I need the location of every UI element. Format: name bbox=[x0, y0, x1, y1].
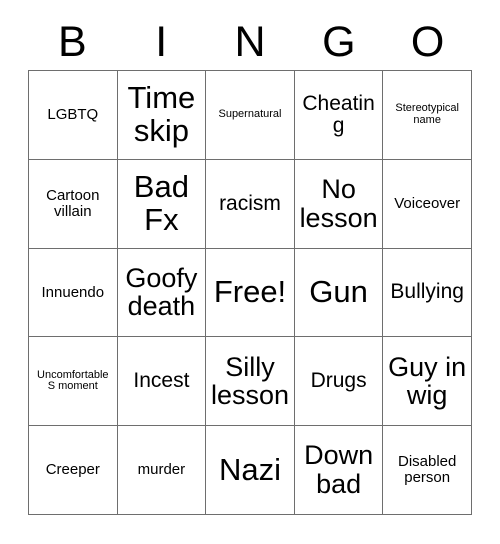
bingo-header-letter-o: O bbox=[410, 18, 445, 66]
bingo-cell-r3c5[interactable]: Bullying bbox=[383, 248, 472, 338]
bingo-card: B I N G O LGBTQ Time skip Supernatural C… bbox=[0, 0, 500, 544]
bingo-cell-r4c2[interactable]: Incest bbox=[117, 337, 207, 427]
bingo-cell-r2c2[interactable]: Bad Fx bbox=[117, 159, 207, 249]
bingo-cell-r1c5[interactable]: Stereotypical name bbox=[383, 71, 472, 160]
bingo-cell-r1c1[interactable]: LGBTQ bbox=[29, 71, 118, 160]
bingo-cell-r2c5[interactable]: Voiceover bbox=[383, 159, 472, 249]
bingo-cell-r5c5[interactable]: Disabled person bbox=[383, 426, 472, 515]
bingo-cell-r1c2[interactable]: Time skip bbox=[117, 71, 207, 160]
bingo-cell-r1c4[interactable]: Cheating bbox=[294, 71, 384, 160]
bingo-cell-r3c1[interactable]: Innuendo bbox=[29, 248, 118, 338]
bingo-cell-r2c4[interactable]: No lesson bbox=[294, 159, 384, 249]
bingo-cell-r5c4[interactable]: Down bad bbox=[294, 426, 384, 515]
bingo-cell-free-space[interactable]: Free! bbox=[206, 248, 295, 338]
bingo-header-row: B I N G O bbox=[28, 14, 472, 70]
bingo-cell-r4c1[interactable]: Uncomfortable S moment bbox=[29, 337, 118, 427]
bingo-cell-r5c1[interactable]: Creeper bbox=[29, 426, 118, 515]
bingo-header-letter-n: N bbox=[234, 18, 266, 66]
bingo-cell-r2c1[interactable]: Cartoon villain bbox=[29, 159, 118, 249]
bingo-cell-r3c2[interactable]: Goofy death bbox=[117, 248, 207, 338]
bingo-cell-r3c4[interactable]: Gun bbox=[294, 248, 384, 338]
bingo-cell-r4c4[interactable]: Drugs bbox=[294, 337, 384, 427]
bingo-header-letter-i: I bbox=[155, 18, 168, 66]
bingo-cell-r1c3[interactable]: Supernatural bbox=[206, 71, 295, 160]
bingo-header-letter-b: B bbox=[58, 18, 87, 66]
bingo-cell-r4c3[interactable]: Silly lesson bbox=[206, 337, 295, 427]
bingo-cell-r2c3[interactable]: racism bbox=[206, 159, 295, 249]
bingo-grid: LGBTQ Time skip Supernatural Cheating St… bbox=[28, 70, 472, 515]
bingo-header-letter-g: G bbox=[322, 18, 356, 66]
bingo-cell-r4c5[interactable]: Guy in wig bbox=[383, 337, 472, 427]
bingo-cell-r5c2[interactable]: murder bbox=[117, 426, 207, 515]
bingo-cell-r5c3[interactable]: Nazi bbox=[206, 426, 295, 515]
